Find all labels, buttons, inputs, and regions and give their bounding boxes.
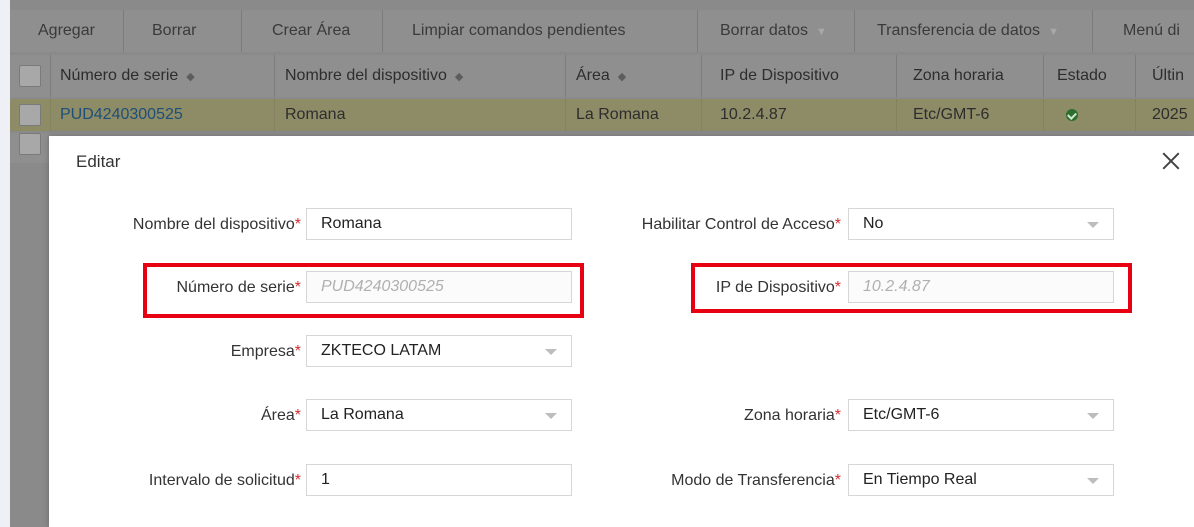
- chevron-down-icon: [1087, 413, 1099, 419]
- serial-highlight-box: [143, 263, 584, 318]
- table-header: Número de serie ◆ Nombre del dispositivo ◆…: [10, 55, 1194, 97]
- device-name-input[interactable]: Romana: [306, 208, 572, 240]
- request-interval-label: Intervalo de solicitud*: [148, 472, 301, 489]
- device-name-cell: Romana: [275, 99, 566, 131]
- column-device-name[interactable]: Nombre del dispositivo ◆: [275, 55, 566, 97]
- sort-icon[interactable]: ◆: [455, 70, 463, 83]
- ip-cell: 10.2.4.87: [702, 99, 897, 131]
- close-icon[interactable]: [1160, 150, 1182, 172]
- sort-icon[interactable]: ◆: [186, 70, 194, 83]
- data-transfer-dropdown[interactable]: Transferencia de datos ▼: [855, 10, 1093, 52]
- delete-button[interactable]: Borrar: [124, 10, 242, 52]
- timezone-cell: Etc/GMT-6: [897, 99, 1044, 131]
- column-serial[interactable]: Número de serie ◆: [50, 55, 275, 97]
- serial-cell: PUD4240300525: [50, 99, 275, 131]
- device-ip-highlight-box: [691, 263, 1132, 313]
- row-checkbox[interactable]: [19, 133, 41, 155]
- company-select[interactable]: ZKTECO LATAM: [306, 335, 572, 367]
- row-checkbox[interactable]: [19, 104, 41, 126]
- transfer-mode-label: Modo de Transferencia*: [671, 472, 841, 489]
- table-row[interactable]: PUD4240300525 Romana La Romana 10.2.4.87…: [10, 99, 1194, 131]
- add-button[interactable]: Agregar: [10, 10, 124, 52]
- area-select[interactable]: La Romana: [306, 399, 572, 431]
- timezone-select[interactable]: Etc/GMT-6: [848, 399, 1114, 431]
- column-timezone: Zona horaria: [897, 55, 1044, 97]
- toolbar: Agregar Borrar Crear Área Limpiar comand…: [10, 10, 1194, 52]
- create-area-button[interactable]: Crear Área: [242, 10, 383, 52]
- access-control-select[interactable]: No: [848, 208, 1114, 240]
- chevron-down-icon: [1087, 478, 1099, 484]
- edit-device-dialog: Editar Nombre del dispositivo* Romana Ha…: [49, 136, 1194, 527]
- serial-link[interactable]: PUD4240300525: [60, 106, 183, 124]
- transfer-mode-select[interactable]: En Tiempo Real: [848, 464, 1114, 496]
- dialog-title: Editar: [76, 152, 121, 171]
- area-cell: La Romana: [566, 99, 702, 131]
- request-interval-input[interactable]: 1: [306, 464, 572, 496]
- select-all-cell: [10, 55, 51, 97]
- chevron-down-icon: [545, 413, 557, 419]
- access-control-label: Habilitar Control de Acceso*: [641, 216, 841, 233]
- menu-dropdown[interactable]: Menú di: [1093, 10, 1194, 52]
- timezone-label: Zona horaria*: [744, 407, 841, 424]
- chevron-down-icon: ▼: [816, 26, 827, 38]
- company-label: Empresa*: [230, 343, 301, 360]
- clear-pending-commands-button[interactable]: Limpiar comandos pendientes: [383, 10, 698, 52]
- row-select-cell: [10, 99, 51, 131]
- status-cell: [1044, 99, 1136, 131]
- column-last: Últin: [1152, 67, 1185, 84]
- last-activity-cell: 2025: [1152, 106, 1188, 123]
- chevron-down-icon: [545, 349, 557, 355]
- device-name-label: Nombre del dispositivo*: [132, 216, 301, 233]
- column-status: Estado: [1044, 55, 1136, 97]
- sort-icon[interactable]: ◆: [618, 70, 626, 83]
- area-label: Área*: [260, 407, 301, 424]
- clear-data-dropdown[interactable]: Borrar datos ▼: [698, 10, 855, 52]
- chevron-down-icon: [1087, 222, 1099, 228]
- select-all-checkbox[interactable]: [19, 65, 41, 87]
- online-status-icon: [1066, 109, 1078, 121]
- chevron-down-icon: ▼: [1048, 26, 1059, 38]
- column-device-ip: IP de Dispositivo: [702, 55, 897, 97]
- column-area[interactable]: Área ◆: [566, 55, 702, 97]
